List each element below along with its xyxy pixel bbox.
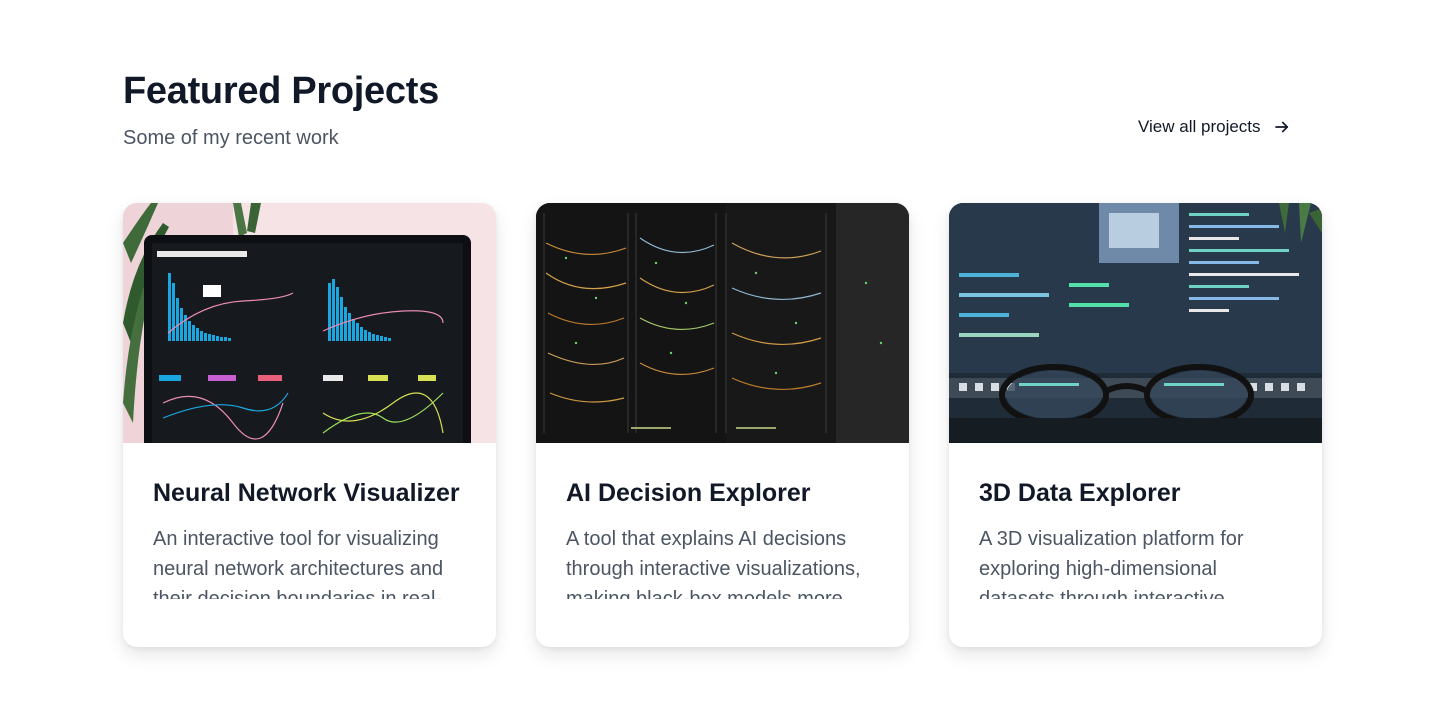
analytics-dashboard-image	[123, 203, 496, 443]
section-title: Featured Projects	[123, 70, 439, 112]
server-rack-image	[536, 203, 909, 443]
project-card-3d-data-explorer[interactable]: 3D Data Explorer A 3D visualization plat…	[949, 203, 1322, 647]
project-card-neural-network-visualizer[interactable]: Neural Network Visualizer An interactive…	[123, 203, 496, 647]
section-subtitle: Some of my recent work	[123, 127, 339, 149]
featured-projects-section: Featured Projects Some of my recent work…	[0, 0, 1429, 703]
project-description: A 3D visualization platform for explorin…	[979, 528, 1244, 599]
view-all-label: View all projects	[1138, 117, 1261, 136]
project-description: An interactive tool for visualizing neur…	[153, 528, 444, 599]
code-screen-glasses-image	[949, 203, 1322, 443]
project-title: AI Decision Explorer	[566, 479, 811, 507]
view-all-projects-link[interactable]: View all projects	[1138, 117, 1291, 137]
arrow-right-icon	[1274, 121, 1288, 133]
project-card-ai-decision-explorer[interactable]: AI Decision Explorer A tool that explain…	[536, 203, 909, 647]
project-title: Neural Network Visualizer	[153, 479, 460, 507]
project-title: 3D Data Explorer	[979, 479, 1181, 507]
project-description: A tool that explains AI decisions throug…	[566, 528, 861, 599]
